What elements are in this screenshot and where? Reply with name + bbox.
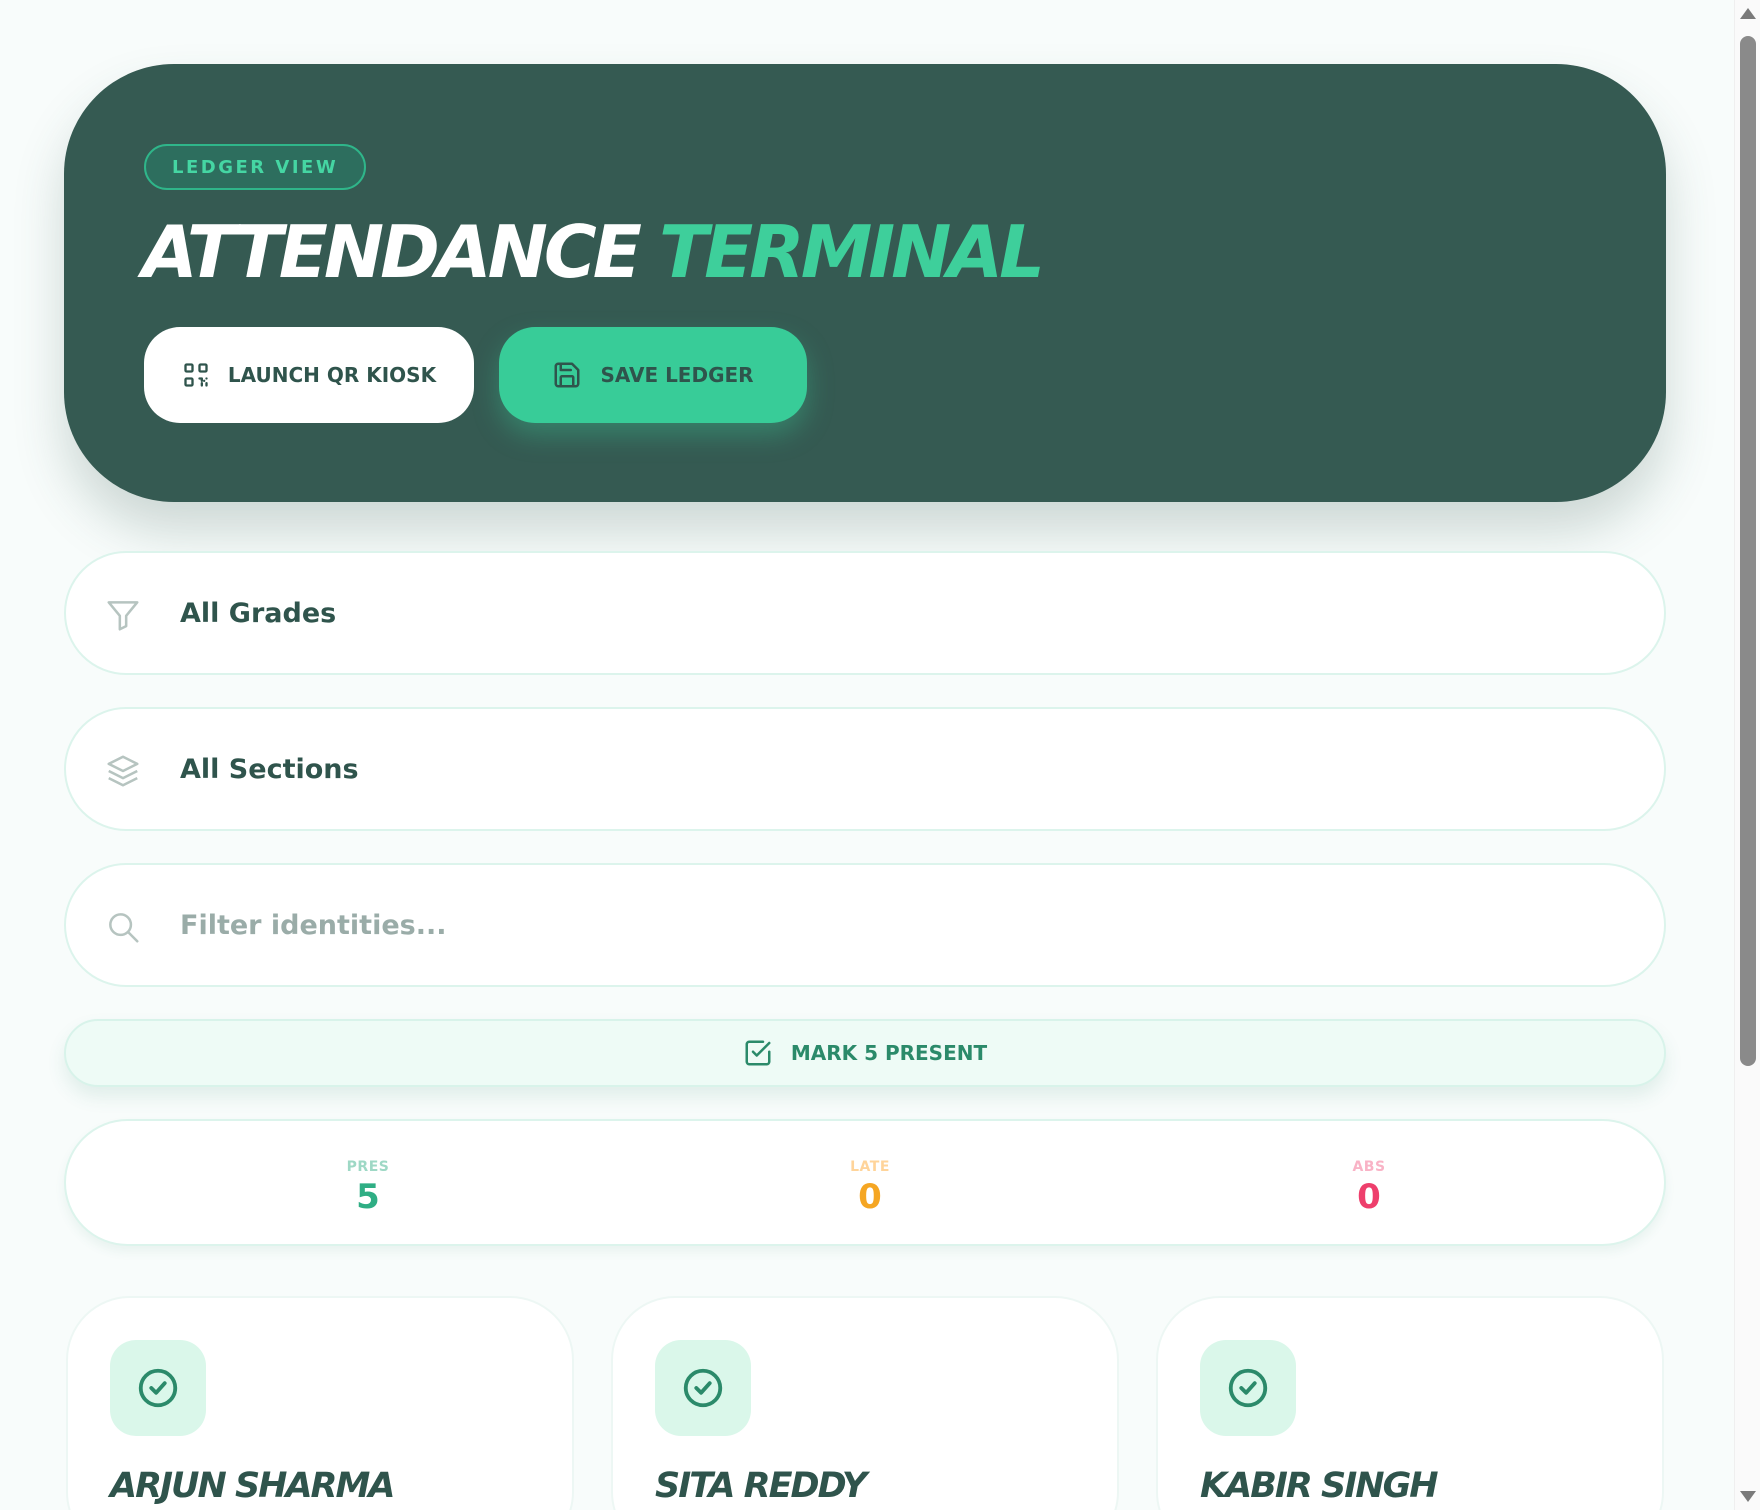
stat-late-label: LATE xyxy=(850,1159,890,1175)
stat-present-label: PRES xyxy=(346,1159,390,1175)
attendance-stats: PRES 5 LATE 0 ABS 0 xyxy=(64,1119,1666,1246)
stat-present-value: 5 xyxy=(356,1177,380,1217)
check-square-icon xyxy=(743,1038,773,1068)
hero-panel: LEDGER VIEW ATTENDANCE TERMINAL LAUNCH Q… xyxy=(64,64,1666,502)
layers-icon xyxy=(104,752,142,790)
title-accent: TERMINAL xyxy=(659,210,1045,294)
check-circle-icon xyxy=(135,1365,181,1411)
status-toggle[interactable] xyxy=(110,1340,206,1436)
check-circle-icon xyxy=(680,1365,726,1411)
student-card[interactable]: ARJUN SHARMA xyxy=(66,1296,574,1510)
scroll-down-arrow-icon[interactable] xyxy=(1740,1491,1756,1502)
stat-late-value: 0 xyxy=(858,1177,882,1217)
grade-select-value: All Grades xyxy=(180,597,337,629)
mark-present-button[interactable]: MARK 5 PRESENT xyxy=(64,1019,1666,1087)
filter-icon xyxy=(104,596,142,634)
student-card[interactable]: KABIR SINGH xyxy=(1156,1296,1664,1510)
scroll-up-arrow-icon[interactable] xyxy=(1740,8,1756,19)
student-name: ARJUN SHARMA xyxy=(110,1466,395,1506)
stat-absent: ABS 0 xyxy=(1289,1159,1449,1216)
status-toggle[interactable] xyxy=(655,1340,751,1436)
status-toggle[interactable] xyxy=(1200,1340,1296,1436)
page-title: ATTENDANCE TERMINAL xyxy=(142,206,1045,300)
student-name: KABIR SINGH xyxy=(1200,1466,1439,1506)
title-main: ATTENDANCE xyxy=(142,210,642,294)
stat-late: LATE 0 xyxy=(790,1159,950,1216)
save-icon xyxy=(552,360,582,390)
qr-code-icon xyxy=(182,361,210,389)
stat-absent-value: 0 xyxy=(1357,1177,1381,1217)
check-circle-icon xyxy=(1225,1365,1271,1411)
launch-qr-kiosk-label: LAUNCH QR KIOSK xyxy=(227,363,437,387)
search-icon xyxy=(104,908,142,946)
mark-present-label: MARK 5 PRESENT xyxy=(790,1041,988,1065)
search-input[interactable]: Filter identities... xyxy=(180,910,446,941)
stat-absent-label: ABS xyxy=(1352,1159,1386,1175)
search-field[interactable]: Filter identities... xyxy=(64,863,1666,987)
grade-select[interactable]: All Grades xyxy=(64,551,1666,675)
student-name: SITA REDDY xyxy=(655,1466,867,1506)
ledger-view-badge: LEDGER VIEW xyxy=(144,144,367,190)
student-card[interactable]: SITA REDDY xyxy=(611,1296,1119,1510)
section-select[interactable]: All Sections xyxy=(64,707,1666,831)
launch-qr-kiosk-button[interactable]: LAUNCH QR KIOSK xyxy=(144,327,474,423)
save-ledger-label: SAVE LEDGER xyxy=(600,363,754,387)
attendance-page: LEDGER VIEW ATTENDANCE TERMINAL LAUNCH Q… xyxy=(0,0,1734,1510)
scrollbar-thumb[interactable] xyxy=(1740,36,1756,1066)
vertical-scrollbar[interactable] xyxy=(1734,0,1760,1510)
stat-present: PRES 5 xyxy=(288,1159,448,1216)
save-ledger-button[interactable]: SAVE LEDGER xyxy=(499,327,807,423)
section-select-value: All Sections xyxy=(180,753,359,785)
